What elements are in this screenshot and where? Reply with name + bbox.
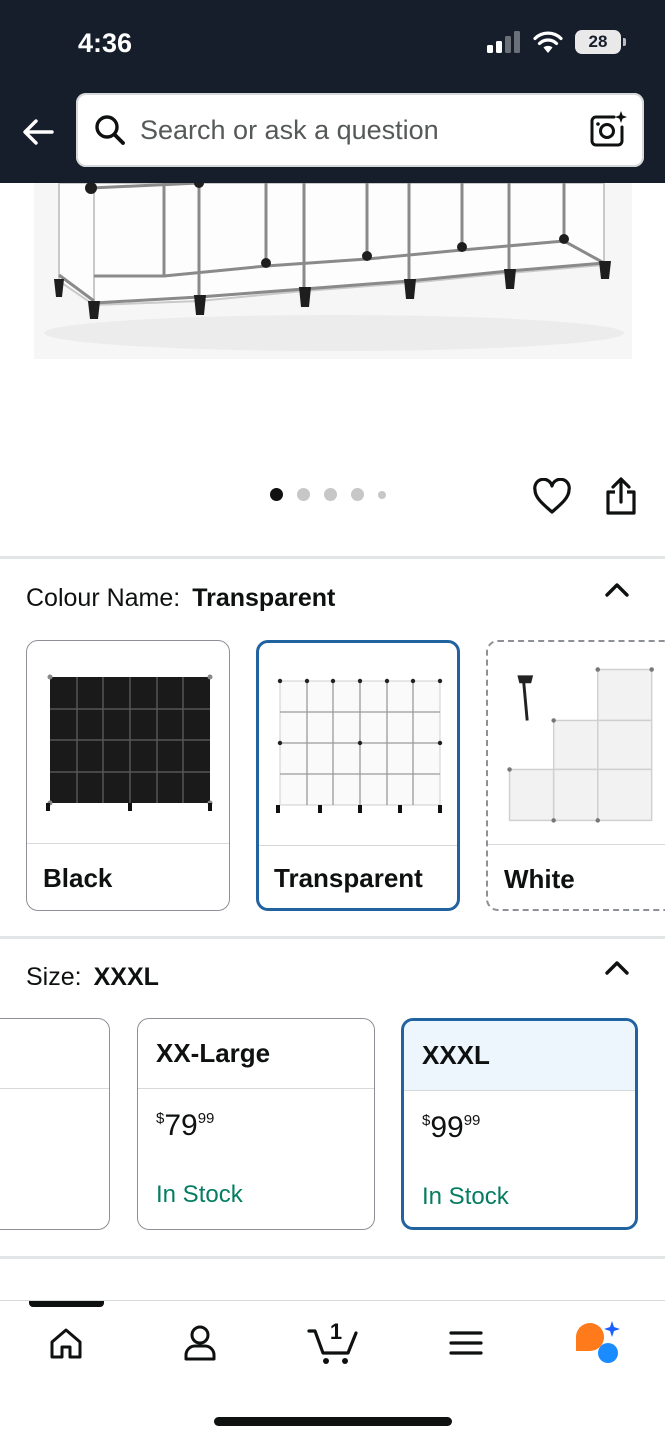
colour-option-white[interactable]: White xyxy=(486,640,665,911)
pagination-dot xyxy=(324,488,337,501)
signal-icon xyxy=(487,31,520,53)
swatch-image xyxy=(27,641,229,844)
size-selected-value: XXXL xyxy=(93,963,159,991)
colour-selected-value: Transparent xyxy=(192,584,336,612)
cart-icon: 1 xyxy=(307,1319,358,1364)
size-option-label: XX-Large xyxy=(138,1019,374,1089)
transparent-organizer-thumbnail xyxy=(276,678,443,813)
white-organizer-thumbnail xyxy=(488,649,665,837)
status-time: 4:36 xyxy=(78,28,133,58)
heart-icon[interactable] xyxy=(532,478,572,516)
pagination-dot xyxy=(297,488,310,501)
search-icon xyxy=(95,115,125,145)
black-organizer-thumbnail xyxy=(46,674,213,811)
colour-option-transparent[interactable]: Transparent xyxy=(256,640,460,911)
size-option-price: $7999 xyxy=(156,1109,215,1142)
nav-account[interactable] xyxy=(178,1321,222,1365)
image-pagination xyxy=(270,488,386,501)
section-divider xyxy=(0,556,665,559)
cart-count: 1 xyxy=(330,1319,342,1344)
size-option-partial[interactable] xyxy=(0,1018,110,1230)
size-option-label: XXXL xyxy=(404,1021,635,1091)
bottom-navigation: 1 xyxy=(0,1300,665,1440)
chevron-up-icon[interactable] xyxy=(603,958,631,978)
swatch-image xyxy=(488,642,665,845)
section-divider xyxy=(0,936,665,939)
back-arrow-icon[interactable] xyxy=(18,112,58,152)
home-icon xyxy=(50,1328,82,1359)
size-section-label: Size: XXXL xyxy=(26,963,159,992)
rufus-icon xyxy=(576,1321,620,1363)
menu-icon xyxy=(449,1331,483,1355)
size-option-xxxl[interactable]: XXXL $9999 In Stock xyxy=(401,1018,638,1230)
colour-option-black[interactable]: Black xyxy=(26,640,230,911)
swatch-image xyxy=(259,643,457,846)
pagination-dot xyxy=(378,490,386,499)
stock-status: In Stock xyxy=(422,1183,509,1210)
cube-organizer-image xyxy=(34,183,632,359)
size-option-price: $9999 xyxy=(422,1111,481,1144)
search-input[interactable] xyxy=(140,114,560,146)
size-label: Size: xyxy=(26,963,82,991)
top-header: 4:36 28 xyxy=(0,0,665,183)
home-indicator xyxy=(214,1417,452,1426)
product-image[interactable] xyxy=(34,183,632,359)
nav-menu[interactable] xyxy=(444,1321,488,1365)
wifi-icon xyxy=(533,31,563,53)
nav-rufus[interactable] xyxy=(572,1319,622,1365)
active-tab-indicator xyxy=(29,1301,104,1307)
colour-section-label: Colour Name: Transparent xyxy=(26,584,335,613)
section-divider xyxy=(0,1256,665,1259)
nav-cart[interactable]: 1 xyxy=(306,1317,362,1365)
size-option-header xyxy=(0,1019,109,1089)
battery-indicator: 28 xyxy=(575,30,626,54)
swatch-label: Transparent xyxy=(274,863,423,893)
search-bar[interactable] xyxy=(76,93,644,167)
chevron-up-icon[interactable] xyxy=(603,580,631,600)
nav-home[interactable] xyxy=(44,1321,88,1365)
size-option-xx-large[interactable]: XX-Large $7999 In Stock xyxy=(137,1018,375,1230)
account-icon xyxy=(184,1325,216,1361)
swatch-label: White xyxy=(504,864,575,894)
colour-label: Colour Name: xyxy=(26,584,181,612)
pagination-dot xyxy=(270,488,283,501)
camera-search-icon[interactable] xyxy=(588,109,628,149)
stock-status: In Stock xyxy=(156,1181,243,1208)
swatch-label: Black xyxy=(43,863,113,893)
status-icons: 28 xyxy=(487,30,626,54)
share-icon[interactable] xyxy=(602,476,640,516)
pagination-dot xyxy=(351,488,364,501)
